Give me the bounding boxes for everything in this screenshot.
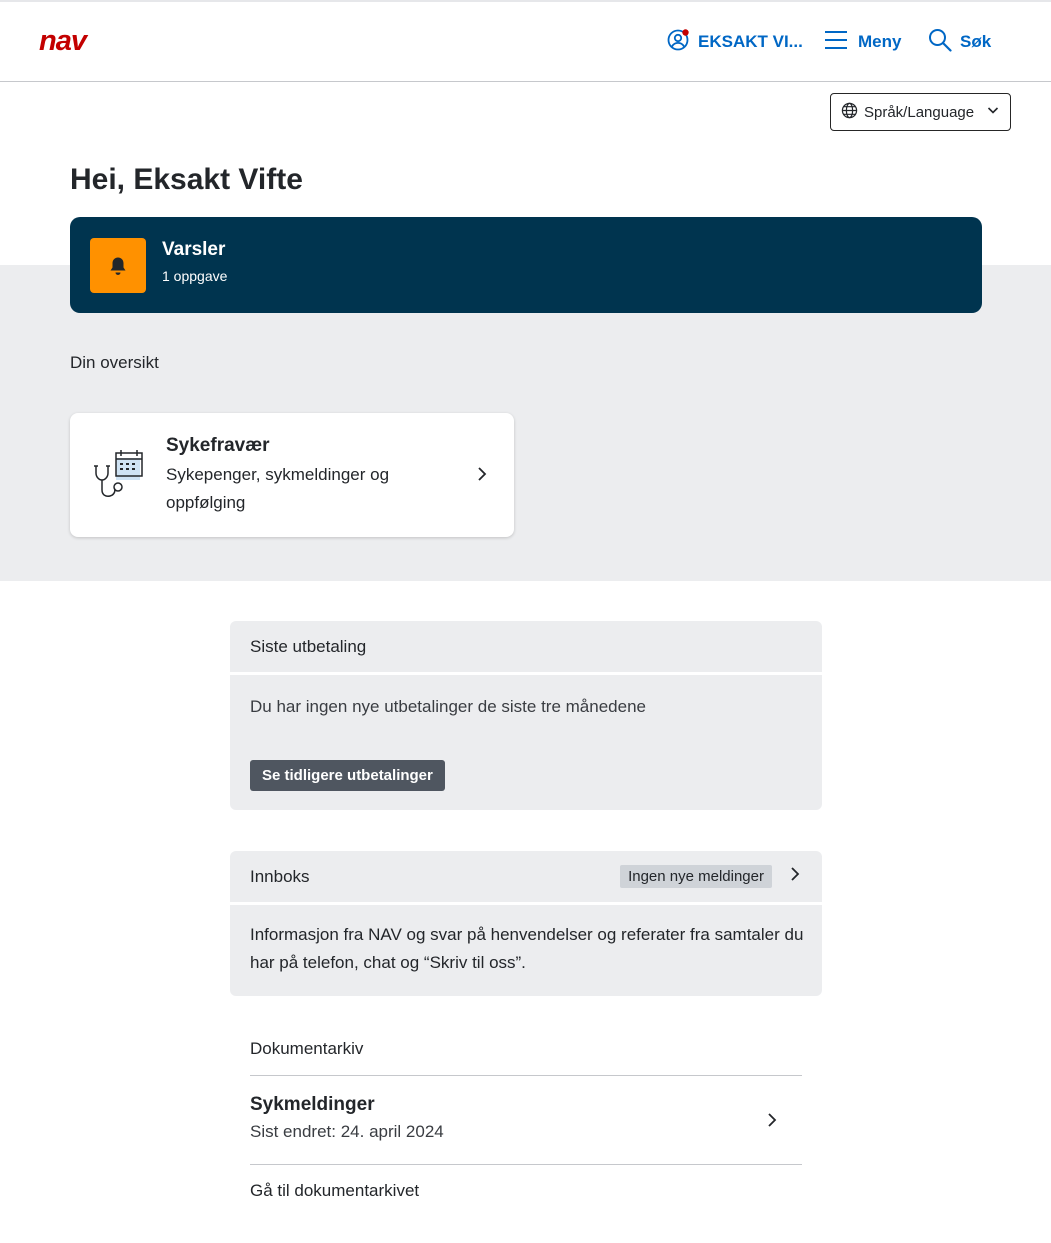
notifications-count: 1 oppgave: [162, 268, 228, 284]
menu-label: Meny: [858, 32, 902, 51]
search-label: Søk: [960, 32, 992, 51]
bell-icon: [90, 238, 146, 293]
chevron-right-icon: [788, 866, 802, 887]
inbox-header: Innboks Ingen nye meldinger: [230, 851, 822, 905]
document-archive-link[interactable]: Gå til dokumentarkivet: [250, 1181, 419, 1201]
search-button[interactable]: Søk: [928, 28, 991, 56]
nav-logo[interactable]: nav: [39, 25, 105, 58]
inbox-status-badge: Ingen nye meldinger: [620, 865, 772, 888]
nav-logo-mark: nav: [39, 25, 90, 57]
sick-leave-title: Sykefravær: [166, 435, 270, 456]
user-icon: [666, 28, 690, 57]
payments-message: Du har ingen nye utbetalinger de siste t…: [250, 697, 646, 716]
previous-payments-button[interactable]: Se tidligere utbetalinger: [250, 760, 445, 791]
sick-leave-description: Sykepenger, sykmeldinger og oppfølging: [166, 465, 390, 512]
chevron-down-icon: [986, 103, 1000, 121]
page-title: Hei, Eksakt Vifte: [70, 163, 303, 196]
document-item-sykmeldinger[interactable]: Sykmeldinger Sist endret: 24. april 2024: [250, 1076, 802, 1164]
chevron-right-icon: [765, 1112, 779, 1133]
notifications-card[interactable]: Varsler 1 oppgave: [70, 217, 982, 313]
documents-heading: Dokumentarkiv: [250, 1039, 364, 1058]
overview-heading: Din oversikt: [70, 353, 159, 372]
document-item-title: Sykmeldinger: [250, 1094, 375, 1115]
svg-text:nav: nav: [39, 29, 89, 53]
inbox-title: Innboks: [250, 866, 310, 886]
notifications-title: Varsler: [162, 239, 226, 260]
language-select[interactable]: Språk/Language: [830, 93, 1011, 131]
user-name-label: EKSAKT VI...: [698, 32, 803, 51]
search-icon: [928, 28, 952, 57]
payments-title: Siste utbetaling: [230, 621, 822, 675]
inbox-panel[interactable]: Innboks Ingen nye meldinger Informasjon …: [230, 851, 822, 996]
document-item-date: Sist endret: 24. april 2024: [250, 1122, 444, 1141]
language-label: Språk/Language: [864, 103, 975, 121]
payments-panel: Siste utbetaling Du har ingen nye utbeta…: [230, 621, 822, 810]
site-header: nav EKSAKT VI... Meny Søk: [0, 2, 1051, 82]
hamburger-icon: [824, 29, 848, 56]
sick-leave-card[interactable]: Sykefravær Sykepenger, sykmeldinger og o…: [70, 413, 514, 537]
globe-icon: [841, 102, 858, 123]
user-menu-button[interactable]: EKSAKT VI...: [666, 28, 803, 56]
inbox-description: Informasjon fra NAV og svar på henvendel…: [250, 925, 804, 972]
chevron-right-icon: [475, 466, 489, 487]
stethoscope-calendar-icon: [92, 450, 146, 507]
divider: [250, 1164, 802, 1165]
menu-button[interactable]: Meny: [824, 28, 901, 56]
